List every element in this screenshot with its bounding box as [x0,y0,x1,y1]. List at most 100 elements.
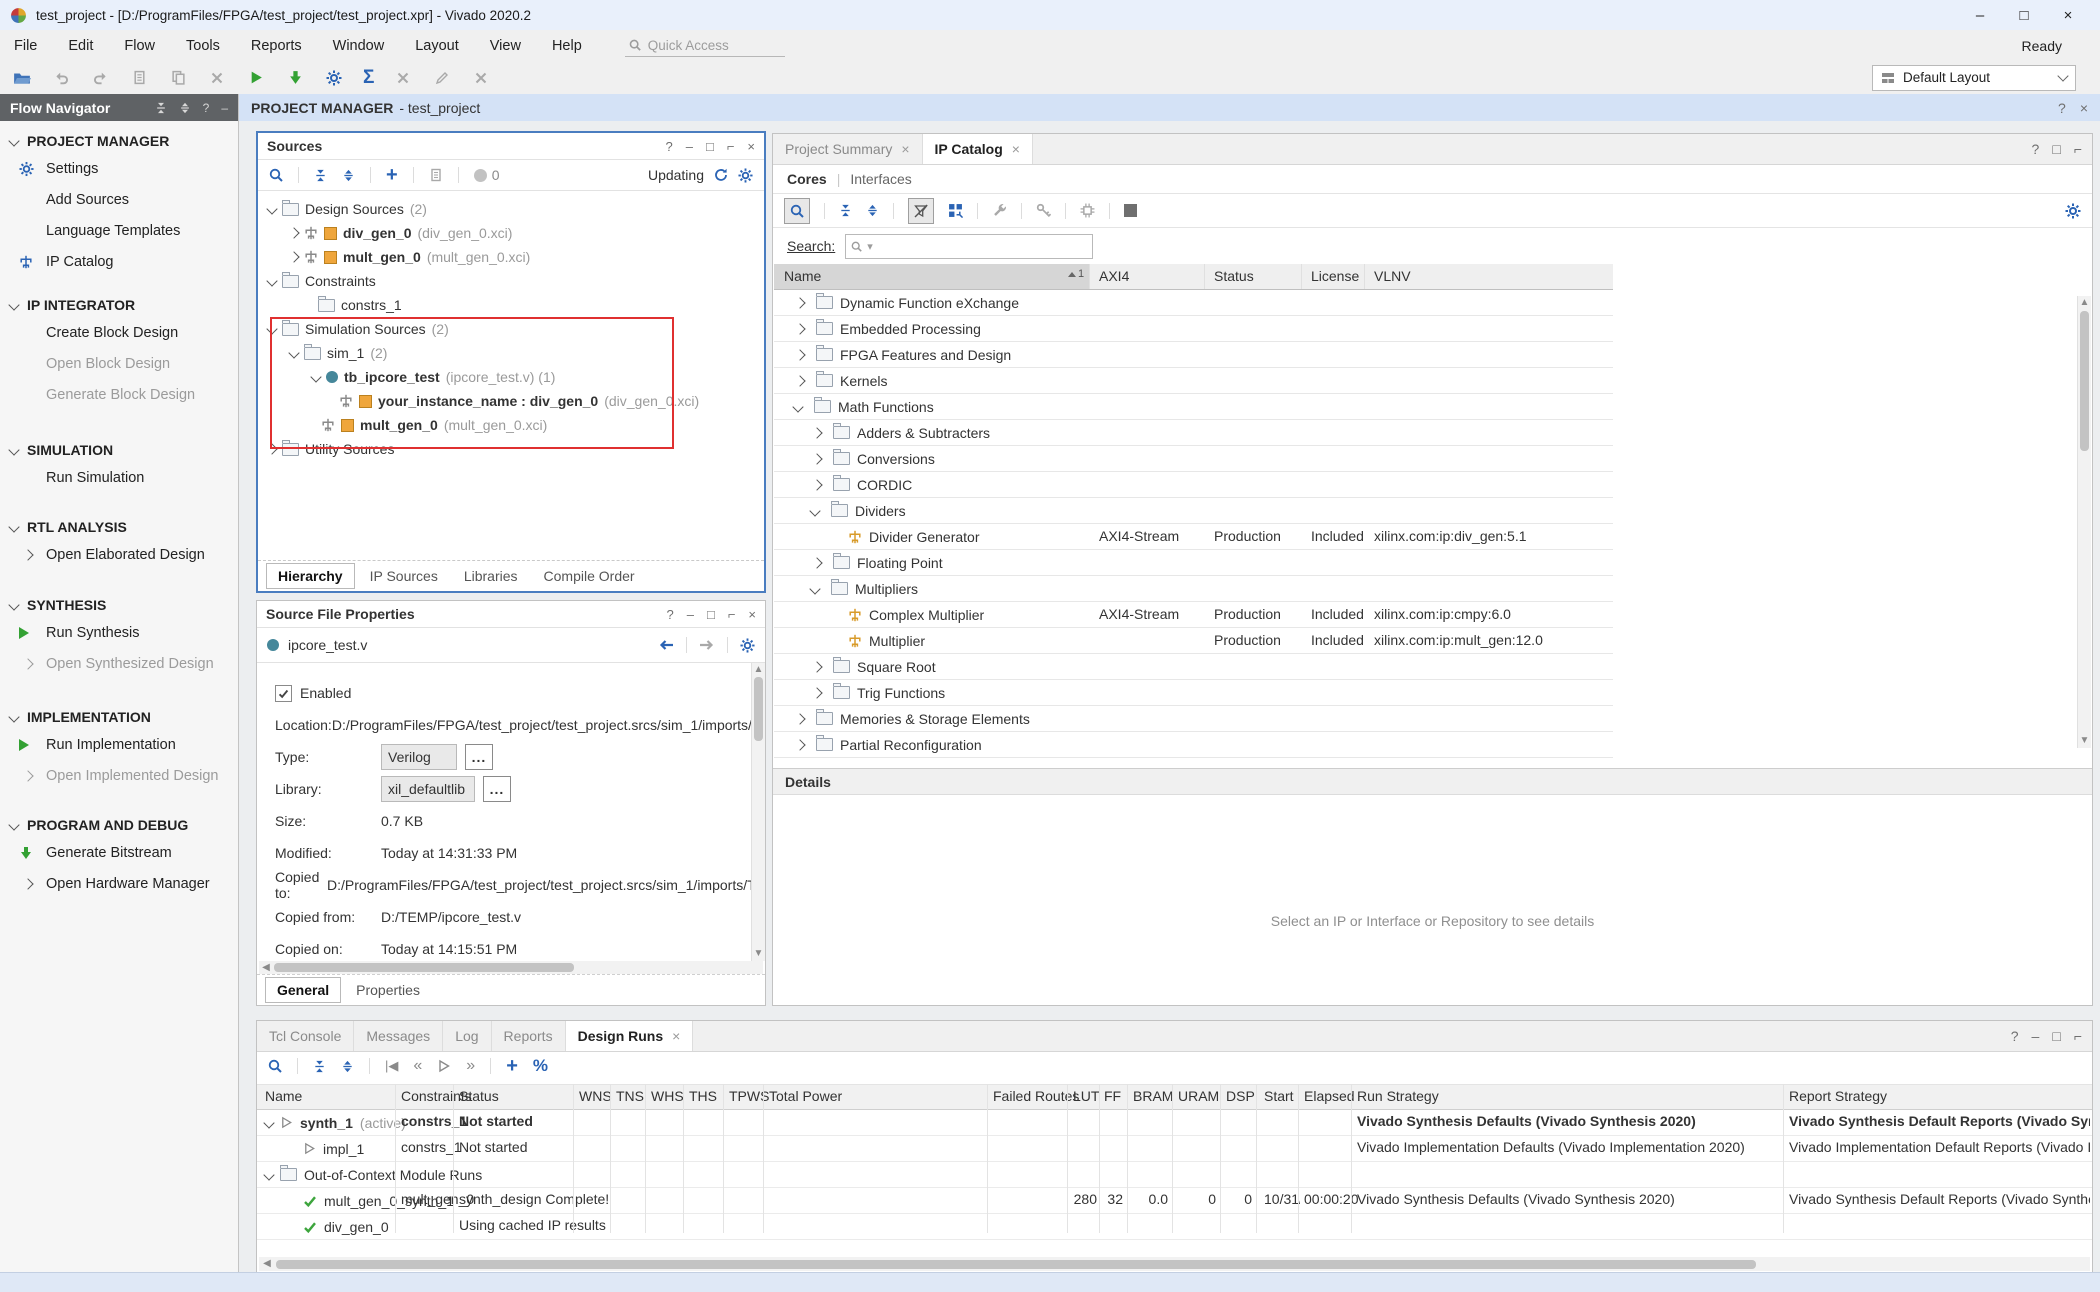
minimize-panel-icon[interactable]: – [686,140,693,153]
close-icon[interactable]: × [901,141,909,157]
library-field[interactable]: xil_defaultlib [381,776,475,802]
close-panel-icon[interactable]: × [748,608,756,621]
tree-row-your-instance[interactable]: your_instance_name : div_gen_0(div_gen_0… [258,389,764,413]
tab-libraries[interactable]: Libraries [453,564,529,588]
menu-edit[interactable]: Edit [66,36,95,56]
help-icon[interactable]: ? [666,608,673,621]
catalog-row-divider-generator[interactable]: Divider GeneratorAXI4-StreamProductionIn… [774,524,1613,550]
menu-reports[interactable]: Reports [249,36,304,56]
help-icon[interactable]: ? [203,101,210,115]
fn-item-generate-block-design[interactable]: Generate Block Design [0,379,238,410]
tab-ip-sources[interactable]: IP Sources [359,564,449,588]
search-icon[interactable] [268,1059,282,1073]
catalog-row[interactable]: Dynamic Function eXchange [774,290,1613,316]
float-panel-icon[interactable]: ⌐ [728,608,736,621]
tree-row-div-gen-0[interactable]: div_gen_0(div_gen_0.xci) [258,221,764,245]
menu-help[interactable]: Help [550,36,584,56]
menu-window[interactable]: Window [331,36,387,56]
add-sources-icon[interactable]: + [386,165,398,185]
menu-tools[interactable]: Tools [184,36,222,56]
hide-incompatible-icon[interactable] [908,198,934,224]
maximize-panel-icon[interactable]: □ [707,608,715,621]
customize-ip-icon[interactable] [992,203,1007,218]
catalog-row[interactable]: Multipliers [774,576,1613,602]
tab-properties[interactable]: Properties [345,978,431,1002]
tab-general[interactable]: General [265,977,341,1003]
menu-flow[interactable]: Flow [122,36,157,56]
menu-view[interactable]: View [488,36,523,56]
subtab-interfaces[interactable]: Interfaces [850,171,911,187]
create-run-icon[interactable]: + [506,1056,518,1076]
tree-row-tb-ipcore-test[interactable]: tb_ipcore_test(ipcore_test.v) (1) [258,365,764,389]
runs-horizontal-scrollbar[interactable]: ◀ [259,1257,2090,1271]
run-row-ooc-group[interactable]: Out-of-Context Module Runs [257,1162,2092,1188]
float-panel-icon[interactable]: ⌐ [2074,1028,2082,1044]
tree-row-sim-1[interactable]: sim_1(2) [258,341,764,365]
help-icon[interactable]: ? [2058,101,2066,115]
type-browse-button[interactable]: ... [465,744,493,770]
settings-gear-icon[interactable] [324,68,344,88]
tab-design-runs[interactable]: Design Runs× [566,1021,694,1051]
generate-bitstream-icon[interactable] [285,68,305,88]
close-icon[interactable]: × [2080,101,2088,115]
tree-row-constrs-1[interactable]: constrs_1 [258,293,764,317]
menu-layout[interactable]: Layout [413,36,461,56]
catalog-search-input[interactable]: ▾ [845,234,1093,259]
catalog-row[interactable]: Memories & Storage Elements [774,706,1613,732]
run-row-div-gen-0[interactable]: div_gen_0 Using cached IP results [257,1214,2092,1240]
fn-section-implementation[interactable]: IMPLEMENTATION [0,705,238,729]
enabled-checkbox[interactable] [275,685,292,702]
tree-row-simulation-sources[interactable]: Simulation Sources(2) [258,317,764,341]
launch-run-icon[interactable] [437,1059,451,1073]
properties-icon[interactable] [429,168,443,182]
tab-messages[interactable]: Messages [354,1021,443,1051]
catalog-row[interactable]: Floating Point [774,550,1613,576]
step-forward-icon[interactable]: » [466,1057,475,1075]
edit-pencil-icon[interactable] [432,68,452,88]
fn-section-synthesis[interactable]: SYNTHESIS [0,593,238,617]
catalog-row[interactable]: Square Root [774,654,1613,680]
tab-log[interactable]: Log [443,1021,491,1051]
float-panel-icon[interactable]: ⌐ [727,140,735,153]
collapse-all-icon[interactable] [313,1060,326,1073]
subtab-cores[interactable]: Cores [787,171,827,187]
catalog-row[interactable]: FPGA Features and Design [774,342,1613,368]
run-row-impl-1[interactable]: impl_1 constrs_1 Not started Vivado Impl… [257,1136,2092,1162]
tab-ip-catalog[interactable]: IP Catalog × [923,134,1033,164]
expand-all-icon[interactable] [342,169,355,182]
float-panel-icon[interactable]: ⌐ [2074,141,2082,157]
fn-section-simulation[interactable]: SIMULATION [0,438,238,462]
fn-item-add-sources[interactable]: Add Sources [0,184,238,215]
tab-hierarchy[interactable]: Hierarchy [266,563,355,589]
close-icon[interactable]: × [2046,1,2090,29]
quick-access-search[interactable]: Quick Access [625,34,785,57]
catalog-row[interactable]: Kernels [774,368,1613,394]
minimize-icon[interactable]: – [1958,1,2002,29]
fn-section-ip-integrator[interactable]: IP INTEGRATOR [0,293,238,317]
catalog-row[interactable]: Embedded Processing [774,316,1613,342]
tree-row-utility-sources[interactable]: Utility Sources [258,437,764,461]
catalog-row[interactable]: Trig Functions [774,680,1613,706]
run-icon[interactable] [246,68,266,88]
fn-item-open-synthesized-design[interactable]: Open Synthesized Design [0,648,238,679]
search-icon[interactable] [269,168,283,182]
gear-icon[interactable] [740,638,755,653]
step-back-icon[interactable]: « [413,1057,422,1075]
expand-all-icon[interactable] [866,204,879,217]
fn-item-open-elaborated-design[interactable]: Open Elaborated Design [0,539,238,570]
catalog-row-multiplier[interactable]: MultiplierProductionIncludedxilinx.com:i… [774,628,1613,654]
close-icon[interactable]: × [672,1028,680,1044]
fn-item-language-templates[interactable]: Language Templates [0,215,238,246]
collapse-all-icon[interactable] [314,169,327,182]
catalog-row-complex-multiplier[interactable]: Complex MultiplierAXI4-StreamProductionI… [774,602,1613,628]
fn-section-rtl-analysis[interactable]: RTL ANALYSIS [0,515,238,539]
maximize-panel-icon[interactable]: □ [2052,141,2060,157]
reset-run-icon[interactable]: |◀ [385,1058,398,1074]
catalog-row[interactable]: Adders & Subtracters [774,420,1613,446]
fn-item-run-implementation[interactable]: Run Implementation [0,729,238,760]
tree-row-mult-gen-0[interactable]: mult_gen_0(mult_gen_0.xci) [258,245,764,269]
abort-icon[interactable] [471,68,491,88]
catalog-table-header[interactable]: Name 1 AXI4 Status License VLNV [774,264,1613,290]
help-icon[interactable]: ? [2032,141,2040,157]
fn-item-settings[interactable]: Settings [0,153,238,184]
